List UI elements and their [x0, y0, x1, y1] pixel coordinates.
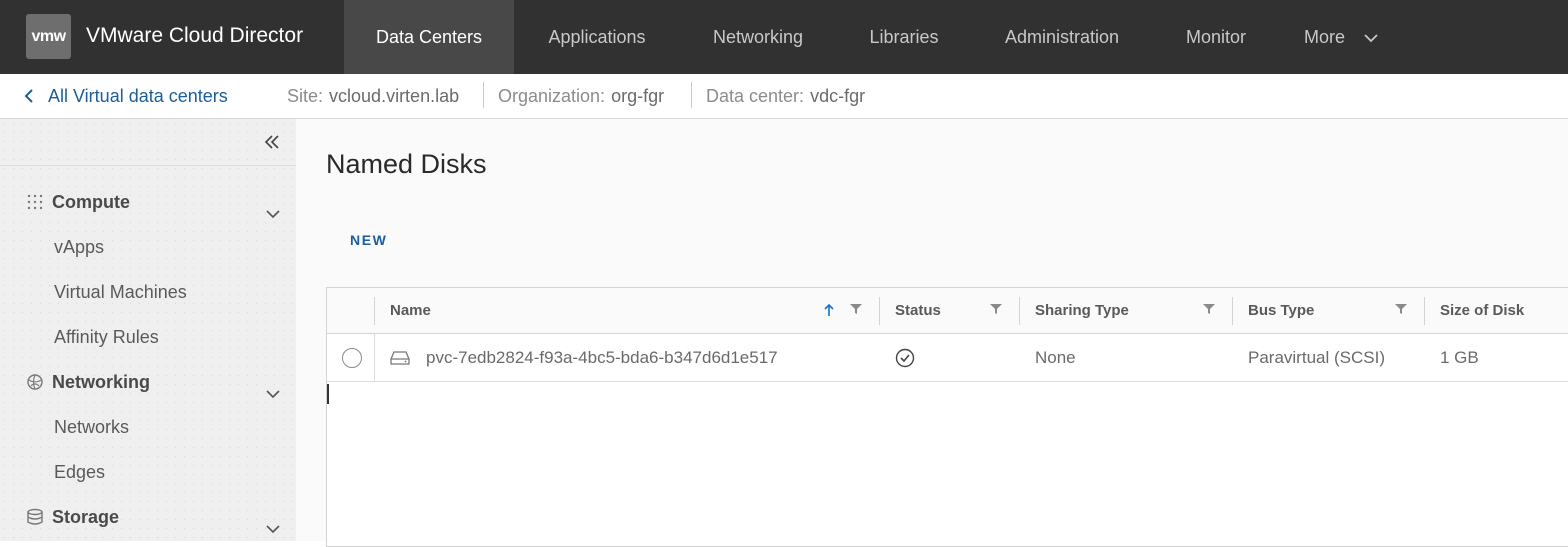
sidebar-item-networks[interactable]: Networks — [54, 417, 129, 438]
organization-value: org-fgr — [611, 86, 665, 106]
sharing-type-value: None — [1035, 348, 1076, 367]
nav-libraries[interactable]: Libraries — [850, 0, 958, 74]
disk-name[interactable]: pvc-7edb2824-f93a-4bc5-bda6-b347d6d1e517 — [426, 348, 778, 368]
status-ok-icon — [895, 348, 915, 368]
sort-ascending-icon[interactable] — [823, 303, 835, 317]
organization-info: Organization: org-fgr — [498, 86, 664, 107]
disk-icon — [390, 351, 410, 365]
sidebar-item-edges[interactable]: Edges — [54, 462, 105, 483]
column-divider — [879, 297, 880, 325]
column-divider — [374, 297, 375, 325]
sidebar-item-affinity-rules[interactable]: Affinity Rules — [54, 327, 159, 348]
collapse-sidebar-icon[interactable] — [263, 133, 281, 151]
divider — [691, 82, 692, 108]
disk-size-value: 1 GB — [1440, 348, 1479, 367]
sidebar-divider — [0, 165, 296, 166]
filter-icon[interactable] — [990, 303, 1002, 315]
data-center-value: vdc-fgr — [810, 86, 866, 106]
column-divider — [1019, 297, 1020, 325]
filter-icon[interactable] — [1203, 303, 1215, 315]
text-cursor — [327, 384, 329, 404]
globe-icon — [27, 374, 43, 390]
nav-more-label: More — [1304, 27, 1346, 47]
data-center-info: Data center: vdc-fgr — [706, 86, 865, 107]
back-to-all-vdcs-link[interactable]: All Virtual data centers — [24, 86, 228, 107]
organization-label: Organization: — [498, 86, 606, 106]
back-link-label: All Virtual data centers — [48, 86, 228, 106]
column-divider — [1424, 297, 1425, 325]
named-disks-grid: Name Status Sharing Type Bus Type Size o… — [326, 287, 1568, 547]
database-icon — [27, 508, 43, 525]
context-bar: All Virtual data centers Site: vcloud.vir… — [0, 74, 1568, 119]
nav-data-centers[interactable]: Data Centers — [344, 0, 514, 74]
networking-label: Networking — [52, 372, 151, 392]
filter-icon[interactable] — [1395, 303, 1407, 315]
vmware-logo[interactable]: vmw — [26, 14, 71, 59]
chevron-down-icon[interactable] — [266, 525, 280, 534]
app-title[interactable]: VMware Cloud Director — [86, 24, 303, 48]
chevron-down-icon — [1364, 34, 1378, 43]
sidebar-section-compute[interactable]: Compute — [26, 192, 130, 213]
site-info: Site: vcloud.virten.lab — [287, 86, 459, 107]
data-center-label: Data center: — [706, 86, 805, 106]
grid-dots-icon — [27, 194, 43, 210]
table-row[interactable]: pvc-7edb2824-f93a-4bc5-bda6-b347d6d1e517… — [327, 334, 1568, 382]
new-disk-button[interactable]: NEW — [350, 232, 387, 248]
compute-label: Compute — [52, 192, 130, 212]
divider — [483, 82, 484, 108]
column-header-size-of-disk[interactable]: Size of Disk — [1440, 302, 1524, 319]
storage-label: Storage — [52, 507, 120, 527]
top-navigation-bar: vmw VMware Cloud Director Data Centers A… — [0, 0, 1568, 74]
column-divider — [374, 334, 375, 382]
grid-header: Name Status Sharing Type Bus Type Size o… — [327, 288, 1568, 334]
sidebar-item-virtual-machines[interactable]: Virtual Machines — [54, 282, 187, 303]
nav-applications[interactable]: Applications — [526, 0, 668, 74]
chevron-down-icon[interactable] — [266, 390, 280, 399]
sidebar-item-vapps[interactable]: vApps — [54, 237, 104, 258]
chevron-left-icon — [24, 89, 33, 103]
nav-networking[interactable]: Networking — [692, 0, 824, 74]
column-header-status[interactable]: Status — [895, 302, 941, 319]
site-label: Site: — [287, 86, 324, 106]
nav-monitor[interactable]: Monitor — [1168, 0, 1264, 74]
page-title: Named Disks — [326, 149, 487, 179]
column-header-name[interactable]: Name — [390, 302, 431, 319]
nav-more[interactable]: More — [1292, 0, 1402, 74]
row-select-radio[interactable] — [342, 348, 362, 368]
main-content: Named Disks NEW Name Status Sharing Type… — [296, 119, 1568, 547]
sidebar-section-storage[interactable]: Storage — [26, 507, 119, 528]
filter-icon[interactable] — [850, 303, 862, 315]
nav-administration[interactable]: Administration — [984, 0, 1140, 74]
column-header-sharing-type[interactable]: Sharing Type — [1035, 302, 1129, 319]
site-value: vcloud.virten.lab — [329, 86, 460, 106]
chevron-down-icon[interactable] — [266, 210, 280, 219]
column-header-bus-type[interactable]: Bus Type — [1248, 302, 1314, 319]
bus-type-value: Paravirtual (SCSI) — [1248, 348, 1385, 367]
column-divider — [1232, 297, 1233, 325]
sidebar-section-networking[interactable]: Networking — [26, 372, 150, 393]
sidebar: Compute vApps Virtual Machines Affinity … — [0, 119, 296, 541]
